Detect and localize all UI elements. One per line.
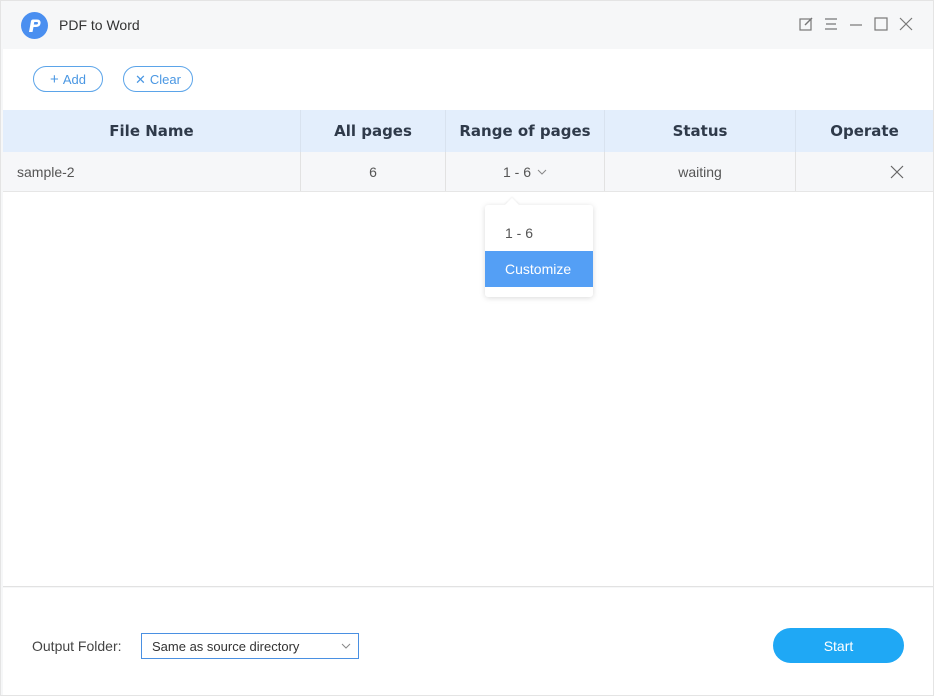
range-select[interactable]: 1 - 6 bbox=[503, 164, 547, 180]
column-header-file-name: File Name bbox=[3, 110, 301, 152]
chevron-down-icon bbox=[537, 169, 547, 175]
minimize-icon[interactable] bbox=[847, 15, 865, 33]
chevron-down-icon bbox=[341, 643, 351, 649]
app-title: PDF to Word bbox=[59, 17, 140, 33]
column-header-all-pages: All pages bbox=[301, 110, 446, 152]
output-folder-label: Output Folder: bbox=[32, 638, 122, 654]
menu-icon[interactable] bbox=[822, 15, 840, 33]
x-icon: ✕ bbox=[135, 71, 146, 87]
output-folder-select[interactable]: Same as source directory bbox=[141, 633, 359, 659]
range-value: 1 - 6 bbox=[502, 163, 531, 180]
app-logo-icon bbox=[21, 12, 48, 39]
remove-file-icon[interactable] bbox=[890, 165, 904, 179]
file-table: File Name All pages Range of pages Statu… bbox=[3, 110, 933, 587]
clear-button[interactable]: ✕ Clear bbox=[123, 66, 193, 92]
column-header-operate: Operate bbox=[830, 122, 899, 140]
range-dropdown: 1 - 6 Customize bbox=[485, 197, 593, 297]
dropdown-option-all[interactable]: 1 - 6 bbox=[485, 215, 593, 251]
table-row: sample-2 6 1 - 6 waiting bbox=[3, 152, 933, 192]
operate-cell bbox=[796, 152, 933, 191]
close-window-icon[interactable] bbox=[897, 15, 915, 33]
output-folder-value: Same as source directory bbox=[152, 638, 300, 654]
add-button[interactable]: + Add bbox=[33, 66, 103, 92]
column-header-status: Status bbox=[605, 110, 796, 152]
range-cell: 1 - 6 bbox=[446, 152, 605, 191]
feedback-edit-icon[interactable] bbox=[797, 15, 815, 33]
file-name-cell: sample-2 bbox=[3, 152, 301, 191]
maximize-icon[interactable] bbox=[872, 15, 890, 33]
start-button[interactable]: Start bbox=[773, 628, 904, 663]
title-bar: PDF to Word bbox=[1, 1, 933, 49]
column-header-range: Range of pages bbox=[446, 110, 605, 152]
dropdown-option-customize[interactable]: Customize bbox=[485, 251, 593, 287]
toolbar: + Add ✕ Clear bbox=[3, 49, 933, 110]
app-window: PDF to Word + Add ✕ Clear File Name All bbox=[0, 0, 934, 696]
status-cell: waiting bbox=[605, 152, 796, 191]
table-header: File Name All pages Range of pages Statu… bbox=[3, 110, 933, 152]
footer: Output Folder: Same as source directory … bbox=[3, 588, 933, 695]
all-pages-cell: 6 bbox=[301, 152, 446, 191]
plus-icon: + bbox=[50, 70, 59, 88]
